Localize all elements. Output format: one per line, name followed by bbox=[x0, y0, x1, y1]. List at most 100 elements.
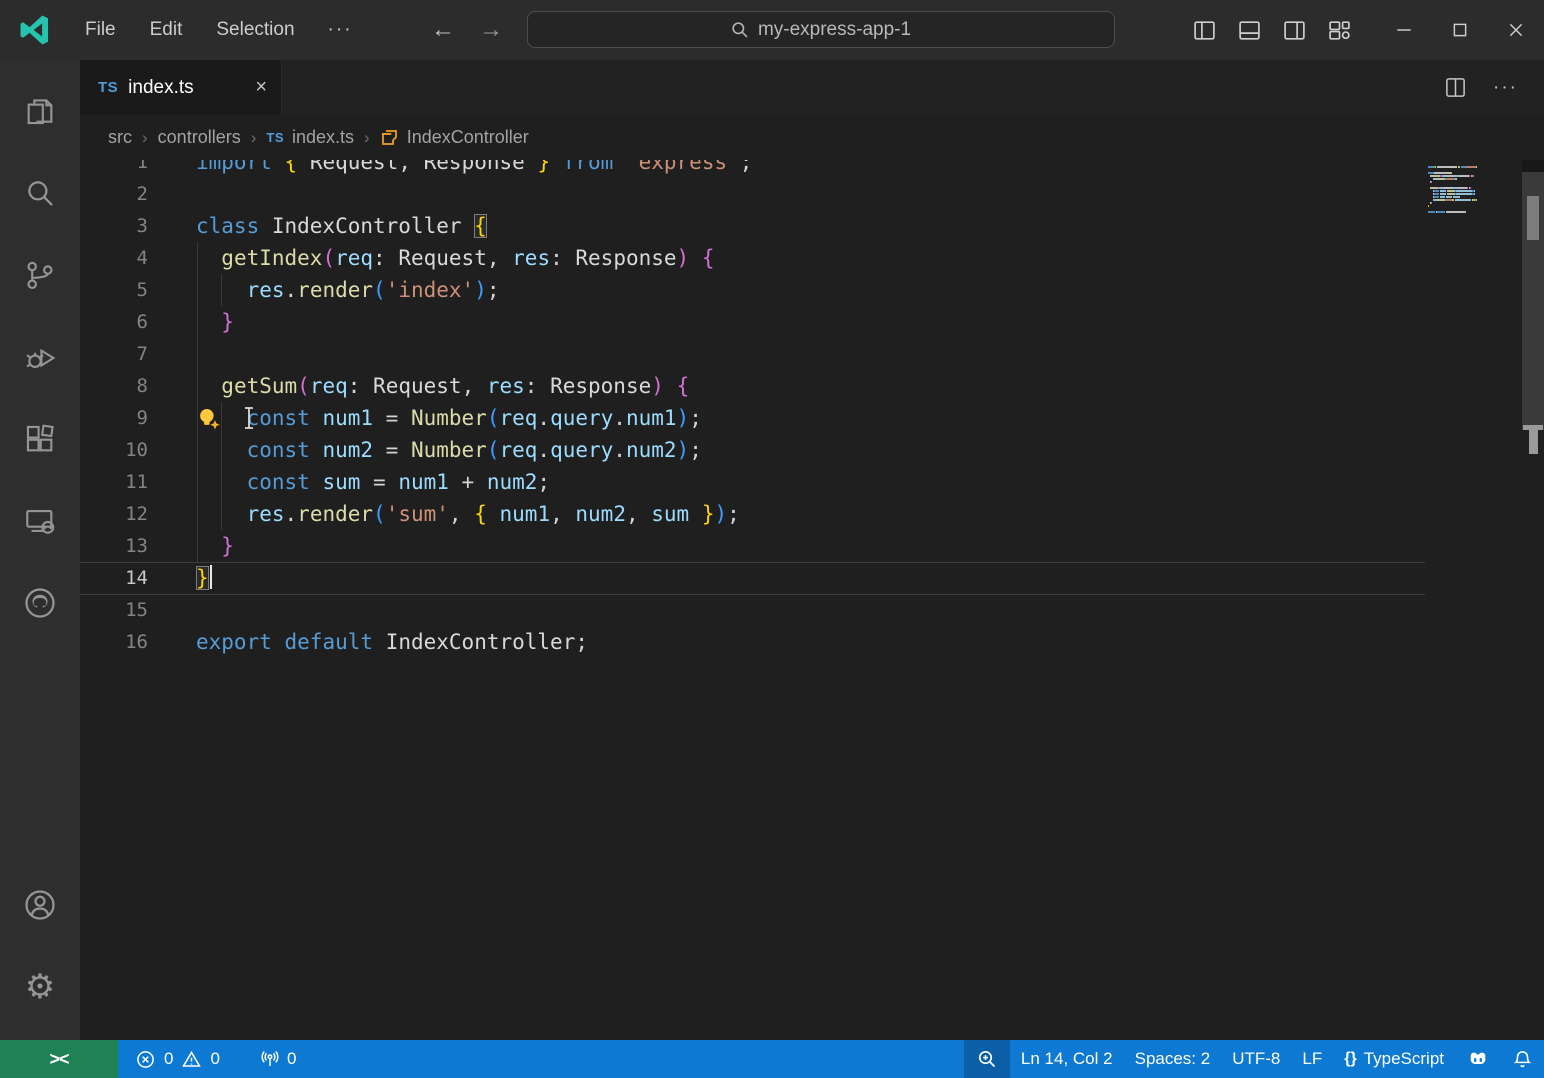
copilot-status[interactable] bbox=[1455, 1040, 1501, 1078]
menu-file[interactable]: File bbox=[68, 0, 133, 60]
line-number: 13 bbox=[80, 530, 148, 562]
code-line[interactable]: 1import { Request, Response } from 'expr… bbox=[80, 160, 1544, 178]
language-mode[interactable]: {} TypeScript bbox=[1333, 1040, 1455, 1078]
search-icon bbox=[731, 21, 749, 39]
notifications-bell[interactable] bbox=[1501, 1040, 1544, 1078]
class-symbol-icon bbox=[380, 128, 399, 147]
lightbulb-icon[interactable] bbox=[196, 406, 222, 432]
warning-icon bbox=[182, 1050, 201, 1069]
code-line[interactable]: 7 bbox=[80, 338, 1544, 370]
code-line[interactable]: 11 const sum = num1 + num2; bbox=[80, 466, 1544, 498]
line-number: 3 bbox=[80, 210, 148, 242]
run-and-debug-icon[interactable] bbox=[11, 328, 69, 386]
command-center[interactable]: my-express-app-1 bbox=[527, 11, 1115, 48]
title-bar: File Edit Selection ··· ← → my-express-a… bbox=[0, 0, 1544, 60]
breadcrumb-symbol[interactable]: IndexController bbox=[380, 127, 529, 148]
scrollbar-thumb[interactable] bbox=[1527, 196, 1539, 240]
code-line[interactable]: 3class IndexController { bbox=[80, 210, 1544, 242]
typescript-file-icon: TS bbox=[98, 79, 118, 96]
code-line[interactable]: 2 bbox=[80, 178, 1544, 210]
toggle-panel-icon[interactable] bbox=[1237, 18, 1262, 43]
code-line[interactable]: 12 res.render('sum', { num1, num2, sum }… bbox=[80, 498, 1544, 530]
source-control-icon[interactable] bbox=[11, 246, 69, 304]
navigate-forward-button[interactable]: → bbox=[478, 16, 504, 44]
error-icon bbox=[136, 1050, 155, 1069]
chevron-right-icon: › bbox=[142, 128, 148, 148]
code-line[interactable]: 10 const num2 = Number(req.query.num2); bbox=[80, 434, 1544, 466]
cursor-position[interactable]: Ln 14, Col 2 bbox=[1010, 1040, 1124, 1078]
github-icon[interactable] bbox=[11, 574, 69, 632]
status-bar: >< 0 0 0 bbox=[0, 1040, 1544, 1078]
toggle-primary-sidebar-icon[interactable] bbox=[1192, 18, 1217, 43]
minimize-button[interactable] bbox=[1376, 0, 1432, 60]
settings-gear-icon[interactable]: ⚙ bbox=[11, 958, 69, 1016]
eol-setting[interactable]: LF bbox=[1291, 1040, 1333, 1078]
line-number: 1 bbox=[80, 160, 148, 178]
close-window-button[interactable] bbox=[1488, 0, 1544, 60]
warning-count: 0 bbox=[210, 1049, 219, 1069]
code-line[interactable]: 13 } bbox=[80, 530, 1544, 562]
line-number: 10 bbox=[80, 434, 148, 466]
error-count: 0 bbox=[164, 1049, 173, 1069]
breadcrumb-src[interactable]: src bbox=[108, 127, 132, 148]
code-line[interactable]: 4 getIndex(req: Request, res: Response) … bbox=[80, 242, 1544, 274]
broadcast-icon bbox=[260, 1049, 280, 1069]
accounts-icon[interactable] bbox=[11, 876, 69, 934]
chevron-right-icon: › bbox=[364, 128, 370, 148]
code-line[interactable]: 16export default IndexController; bbox=[80, 626, 1544, 658]
problems-indicator[interactable]: 0 0 bbox=[118, 1040, 231, 1078]
line-number: 9 bbox=[80, 402, 148, 434]
explorer-icon[interactable] bbox=[11, 82, 69, 140]
code-line[interactable]: 9 const num1 = Number(req.query.num1); bbox=[80, 402, 1544, 434]
extensions-icon[interactable] bbox=[11, 410, 69, 468]
line-number: 5 bbox=[80, 274, 148, 306]
line-number: 6 bbox=[80, 306, 148, 338]
mouse-ibeam-cursor bbox=[242, 406, 256, 430]
minimap[interactable] bbox=[1428, 166, 1520, 214]
editor-more-actions-icon[interactable]: ··· bbox=[1493, 77, 1518, 99]
ports-count: 0 bbox=[287, 1049, 296, 1069]
code-line[interactable]: 14} bbox=[80, 562, 1544, 594]
customize-layout-icon[interactable] bbox=[1327, 18, 1352, 43]
code-line[interactable]: 15 bbox=[80, 594, 1544, 626]
menu-edit[interactable]: Edit bbox=[133, 0, 200, 60]
breadcrumb-controllers[interactable]: controllers bbox=[158, 127, 241, 148]
maximize-button[interactable] bbox=[1432, 0, 1488, 60]
line-number: 11 bbox=[80, 466, 148, 498]
line-number: 8 bbox=[80, 370, 148, 402]
encoding-setting[interactable]: UTF-8 bbox=[1221, 1040, 1291, 1078]
toggle-secondary-sidebar-icon[interactable] bbox=[1282, 18, 1307, 43]
remote-indicator[interactable]: >< bbox=[0, 1040, 118, 1078]
menu-overflow-button[interactable]: ··· bbox=[312, 19, 369, 41]
command-center-title: my-express-app-1 bbox=[758, 19, 911, 41]
breadcrumb-file[interactable]: TS index.ts bbox=[266, 127, 354, 148]
tab-bar: TS index.ts × ··· bbox=[80, 60, 1544, 115]
chevron-right-icon: › bbox=[251, 128, 257, 148]
overview-ruler-marker bbox=[1529, 430, 1538, 454]
navigate-back-button[interactable]: ← bbox=[430, 16, 456, 44]
indentation-setting[interactable]: Spaces: 2 bbox=[1124, 1040, 1222, 1078]
code-line[interactable]: 8 getSum(req: Request, res: Response) { bbox=[80, 370, 1544, 402]
line-number: 14 bbox=[80, 562, 148, 594]
zoom-status-item[interactable] bbox=[964, 1040, 1010, 1078]
code-editor[interactable]: 1import { Request, Response } from 'expr… bbox=[80, 160, 1544, 1040]
zoom-in-icon bbox=[977, 1049, 997, 1069]
line-number: 12 bbox=[80, 498, 148, 530]
ports-indicator[interactable]: 0 bbox=[249, 1040, 307, 1078]
typescript-file-icon: TS bbox=[266, 130, 284, 145]
text-cursor bbox=[210, 565, 212, 589]
code-line[interactable]: 6 } bbox=[80, 306, 1544, 338]
search-icon[interactable] bbox=[11, 164, 69, 222]
tab-label: index.ts bbox=[128, 77, 245, 99]
line-number: 16 bbox=[80, 626, 148, 658]
activity-bar: ⚙ bbox=[0, 60, 80, 1040]
copilot-icon bbox=[1466, 1047, 1490, 1071]
tab-close-icon[interactable]: × bbox=[255, 76, 267, 99]
line-number: 15 bbox=[80, 594, 148, 626]
line-number: 2 bbox=[80, 178, 148, 210]
tab-index-ts[interactable]: TS index.ts × bbox=[80, 60, 282, 115]
split-editor-icon[interactable] bbox=[1444, 76, 1467, 99]
remote-explorer-icon[interactable] bbox=[11, 492, 69, 550]
code-line[interactable]: 5 res.render('index'); bbox=[80, 274, 1544, 306]
menu-selection[interactable]: Selection bbox=[199, 0, 311, 60]
